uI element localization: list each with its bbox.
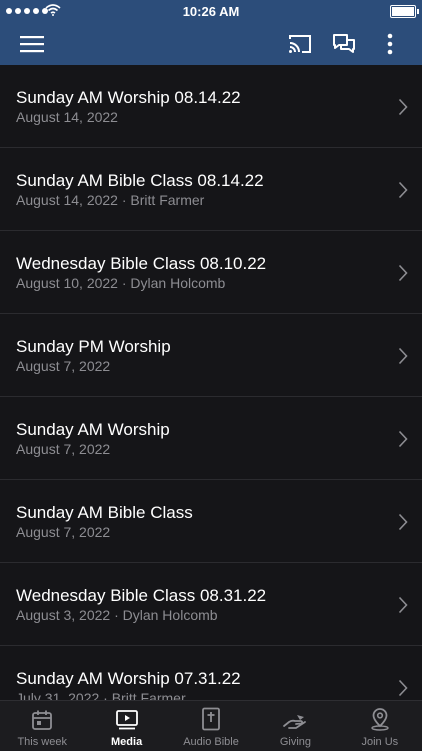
item-subtitle: August 7, 2022 <box>16 441 111 457</box>
list-item[interactable]: Sunday AM Worship August 7, 2022 <box>0 397 422 480</box>
tab-giving[interactable]: Giving <box>253 701 337 751</box>
item-title: Sunday AM Bible Class 08.14.22 <box>16 171 264 190</box>
item-subtitle: August 14, 2022 <box>16 109 118 125</box>
chevron-right-icon <box>398 596 408 614</box>
item-title: Wednesday Bible Class 08.10.22 <box>16 254 267 273</box>
tab-this-week[interactable]: This week <box>0 701 84 751</box>
cast-icon[interactable] <box>282 22 318 65</box>
tab-label: Giving <box>279 736 312 748</box>
list-item[interactable]: Sunday AM Bible Class 08.14.22 August 14… <box>0 148 422 231</box>
media-play-icon <box>115 710 138 730</box>
status-bar: 10:26 AM <box>0 0 422 22</box>
tab-label: This week <box>17 736 67 748</box>
more-vertical-icon[interactable] <box>372 22 408 65</box>
tab-audio-bible[interactable]: Audio Bible <box>169 701 253 751</box>
app-bar <box>0 22 422 65</box>
list-item[interactable]: Sunday AM Worship 07.31.22 July 31, 2022… <box>0 646 422 700</box>
item-subtitle: August 7, 2022 <box>16 358 111 374</box>
tab-bar: This week Media Audio Bible Giving Join … <box>0 700 422 751</box>
chevron-right-icon <box>398 430 408 448</box>
chevron-right-icon <box>398 98 408 116</box>
status-time: 10:26 AM <box>182 4 240 19</box>
hamburger-menu-icon[interactable] <box>10 22 54 65</box>
battery-icon <box>390 5 419 18</box>
item-title: Sunday AM Worship 07.31.22 <box>16 669 241 688</box>
chevron-right-icon <box>398 513 408 531</box>
tab-join-us[interactable]: Join Us <box>338 701 422 751</box>
item-subtitle: August 14, 2022 · Britt Farmer <box>16 192 205 208</box>
list-item[interactable]: Sunday PM Worship August 7, 2022 <box>0 314 422 397</box>
tab-label: Join Us <box>361 736 399 748</box>
item-title: Sunday AM Worship 08.14.22 <box>16 88 241 107</box>
item-subtitle: July 31, 2022 · Britt Farmer <box>16 690 186 700</box>
list-item[interactable]: Sunday AM Worship 08.14.22 August 14, 20… <box>0 65 422 148</box>
tab-label: Media <box>111 736 143 748</box>
giving-hand-icon <box>283 715 307 729</box>
list-item[interactable]: Wednesday Bible Class 08.10.22 August 10… <box>0 231 422 314</box>
media-list: Sunday AM Worship 08.14.22 August 14, 20… <box>0 65 422 700</box>
bible-icon <box>202 707 220 731</box>
location-pin-icon <box>371 708 389 731</box>
chevron-right-icon <box>398 264 408 282</box>
item-subtitle: August 3, 2022 · Dylan Holcomb <box>16 607 218 623</box>
tab-media[interactable]: Media <box>84 701 168 751</box>
item-title: Sunday PM Worship <box>16 337 171 356</box>
chevron-right-icon <box>398 347 408 365</box>
item-subtitle: August 10, 2022 · Dylan Holcomb <box>16 275 226 291</box>
chevron-right-icon <box>398 181 408 199</box>
item-subtitle: August 7, 2022 <box>16 524 111 540</box>
item-title: Wednesday Bible Class 08.31.22 <box>16 586 267 605</box>
chevron-right-icon <box>398 679 408 697</box>
tab-label: Audio Bible <box>183 736 239 748</box>
chat-bubbles-icon[interactable] <box>326 22 362 65</box>
item-title: Sunday AM Bible Class <box>16 503 193 522</box>
list-item[interactable]: Sunday AM Bible Class August 7, 2022 <box>0 480 422 563</box>
calendar-icon <box>32 710 53 730</box>
list-item[interactable]: Wednesday Bible Class 08.31.22 August 3,… <box>0 563 422 646</box>
item-title: Sunday AM Worship <box>16 420 170 439</box>
